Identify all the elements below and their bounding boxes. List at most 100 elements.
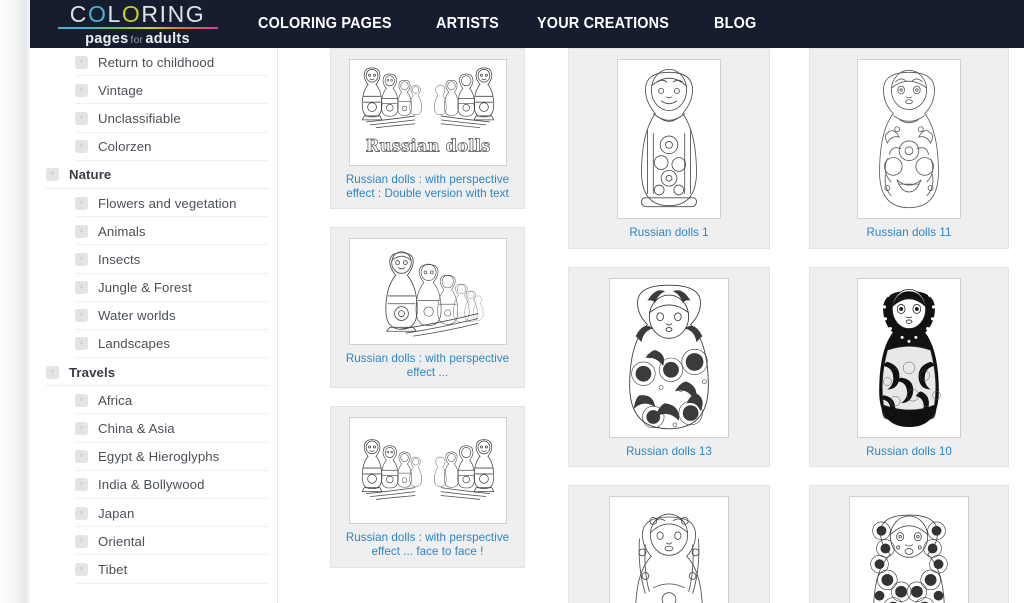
sidebar-item-label: Travels	[69, 364, 116, 380]
sidebar-item-label: Return to childhood	[98, 54, 215, 70]
nav-item-blog[interactable]: BLOG	[714, 15, 756, 33]
sidebar-item-label: Water worlds	[98, 308, 176, 324]
chevron-right-icon: ›	[75, 196, 88, 210]
nav-item-coloring-pages[interactable]: COLORING PAGES	[258, 15, 392, 33]
sidebar-item-label: Egypt & Hieroglyphs	[98, 449, 220, 465]
chevron-right-icon: ›	[75, 224, 88, 238]
gallery-card[interactable]: Russian dolls 11	[809, 48, 1009, 249]
gallery-card[interactable]: Russian dolls 13	[568, 266, 770, 468]
sidebar-item-china-asia[interactable]: › China & Asia	[30, 414, 277, 443]
gallery-card[interactable]: Russian dolls 1	[568, 48, 770, 249]
sidebar-item-label: Africa	[98, 392, 133, 408]
sidebar-item-india-bollywood[interactable]: › India & Bollywood	[30, 471, 277, 500]
site-header: COLORING pages for adults COLORING PAGES A…	[30, 0, 1024, 48]
sidebar-item-flowers-and-vegetation[interactable]: › Flowers and vegetation	[30, 189, 277, 218]
chevron-right-icon: ›	[75, 450, 88, 464]
thumbnail-doll-flower-crown	[849, 496, 969, 603]
thumbnail-perspective-row	[348, 238, 507, 346]
sidebar-item-colorzen[interactable]: › Colorzen	[30, 133, 277, 161]
gallery-column-2: Russian dolls 1 Russian dolls 13	[568, 48, 770, 603]
sidebar-item-label: Oriental	[98, 533, 145, 549]
sidebar-item-label: Colorzen	[98, 139, 152, 155]
thumbnail-face-to-face	[348, 417, 507, 525]
gallery-card[interactable]	[809, 485, 1009, 603]
sidebar-item-label: Insects	[98, 251, 141, 267]
chevron-right-icon: ›	[75, 281, 88, 295]
category-menu: › Return to childhood › Vintage › Unclassifia…	[30, 48, 277, 584]
logo-word-pages: pages	[85, 31, 129, 47]
sidebar-item-nature[interactable]: › Nature	[30, 161, 277, 190]
card-caption[interactable]: Russian dolls : with perspective effect …	[340, 173, 515, 200]
nav-item-artists[interactable]: ARTISTS	[436, 15, 499, 33]
sidebar-item-label: Tibet	[98, 561, 128, 577]
sidebar-item-label: Vintage	[98, 82, 144, 98]
logo-letter-c: C	[69, 1, 88, 27]
logo-letter-n: N	[167, 1, 186, 27]
sidebar-item-jungle-forest[interactable]: › Jungle & Forest	[30, 274, 277, 302]
sidebar-item-insects[interactable]: › Insects	[30, 245, 277, 274]
gallery-card[interactable]: Russian dolls : with perspective effect …	[330, 227, 525, 389]
logo-rainbow-rule	[57, 27, 218, 29]
card-caption[interactable]: Russian dolls 11	[819, 226, 999, 240]
gallery-card[interactable]	[568, 485, 770, 603]
sidebar-item-label: Nature	[69, 167, 112, 183]
card-caption[interactable]: Russian dolls : with perspective effect …	[340, 352, 515, 379]
sidebar-item-tibet[interactable]: › Tibet	[30, 555, 277, 584]
chevron-right-icon: ›	[75, 478, 88, 492]
thumbnail-russian-dolls-10	[857, 277, 961, 438]
nav-item-your-creations[interactable]: YOUR CREATIONS	[537, 15, 669, 33]
sidebar-item-return-to-childhood[interactable]: › Return to childhood	[30, 48, 277, 77]
chevron-right-icon: ›	[75, 55, 88, 69]
sidebar-item-japan[interactable]: › Japan	[30, 499, 277, 528]
sidebar-item-label: Unclassifiable	[98, 110, 181, 126]
gallery-column-1: Russian dolls Russian dolls : with persp…	[330, 48, 525, 586]
category-sidebar: › Return to childhood › Vintage › Unclassifia…	[30, 48, 277, 603]
sidebar-item-landscapes[interactable]: › Landscapes	[30, 330, 277, 359]
gallery-column-3: Russian dolls 11 Russian dolls 10	[809, 48, 1009, 603]
gallery-card[interactable]: Russian dolls 10	[809, 266, 1009, 468]
sidebar-item-oriental[interactable]: › Oriental	[30, 527, 277, 556]
thumbnail-russian-dolls-13	[609, 277, 729, 438]
site-logo[interactable]: COLORING pages for adults	[55, 1, 220, 49]
page-left-shadow	[0, 0, 30, 603]
gallery-card[interactable]: Russian dolls Russian dolls : with persp…	[330, 48, 525, 210]
sidebar-item-egypt-hieroglyphs[interactable]: › Egypt & Hieroglyphs	[30, 443, 277, 472]
chevron-right-icon: ›	[75, 252, 88, 266]
sidebar-item-africa[interactable]: › Africa	[30, 386, 277, 415]
logo-word-for: for	[130, 35, 144, 46]
sidebar-item-travels[interactable]: › Travels	[30, 358, 277, 387]
card-caption[interactable]: Russian dolls 1	[578, 226, 760, 240]
logo-tagline: pages for adults	[55, 31, 220, 49]
chevron-right-icon: ›	[75, 506, 88, 520]
card-caption[interactable]: Russian dolls 13	[578, 445, 760, 459]
sidebar-item-unclassifiable[interactable]: › Unclassifiable	[30, 104, 277, 133]
sidebar-item-label: Landscapes	[98, 336, 171, 352]
logo-word-adults: adults	[145, 31, 190, 47]
thumbnail-double-version-with-text: Russian dolls	[348, 59, 507, 166]
sidebar-item-animals[interactable]: › Animals	[30, 217, 277, 246]
chevron-right-icon: ›	[75, 534, 88, 548]
chevron-right-icon: ›	[75, 140, 88, 154]
chevron-right-icon: ›	[46, 168, 59, 182]
sidebar-item-label: India & Bollywood	[98, 477, 205, 493]
chevron-right-icon: ›	[75, 111, 88, 125]
coloring-gallery: Russian dolls Russian dolls : with persp…	[278, 48, 1024, 603]
sidebar-item-label: Japan	[98, 505, 135, 521]
main-navigation: COLORING PAGES ARTISTS YOUR CREATIONS BL…	[258, 0, 759, 48]
sidebar-item-label: China & Asia	[98, 421, 175, 437]
thumbnail-russian-dolls-1	[617, 59, 721, 219]
logo-letter-g: G	[185, 1, 206, 27]
gallery-card[interactable]: Russian dolls : with perspective effect …	[330, 406, 525, 568]
thumbnail-doll-braids	[609, 496, 729, 603]
logo-letter-i: I	[159, 1, 168, 27]
page-content: › Return to childhood › Vintage › Unclassifia…	[30, 48, 1024, 603]
card-caption[interactable]: Russian dolls : with perspective effect …	[340, 531, 515, 558]
chevron-right-icon: ›	[75, 393, 88, 407]
chevron-right-icon: ›	[75, 422, 88, 436]
sidebar-item-vintage[interactable]: › Vintage	[30, 76, 277, 105]
logo-letter-o2: O	[121, 1, 142, 27]
card-caption[interactable]: Russian dolls 10	[819, 445, 999, 459]
chevron-right-icon: ›	[46, 365, 59, 379]
sidebar-item-water-worlds[interactable]: › Water worlds	[30, 302, 277, 331]
sidebar-item-label: Animals	[98, 223, 146, 239]
